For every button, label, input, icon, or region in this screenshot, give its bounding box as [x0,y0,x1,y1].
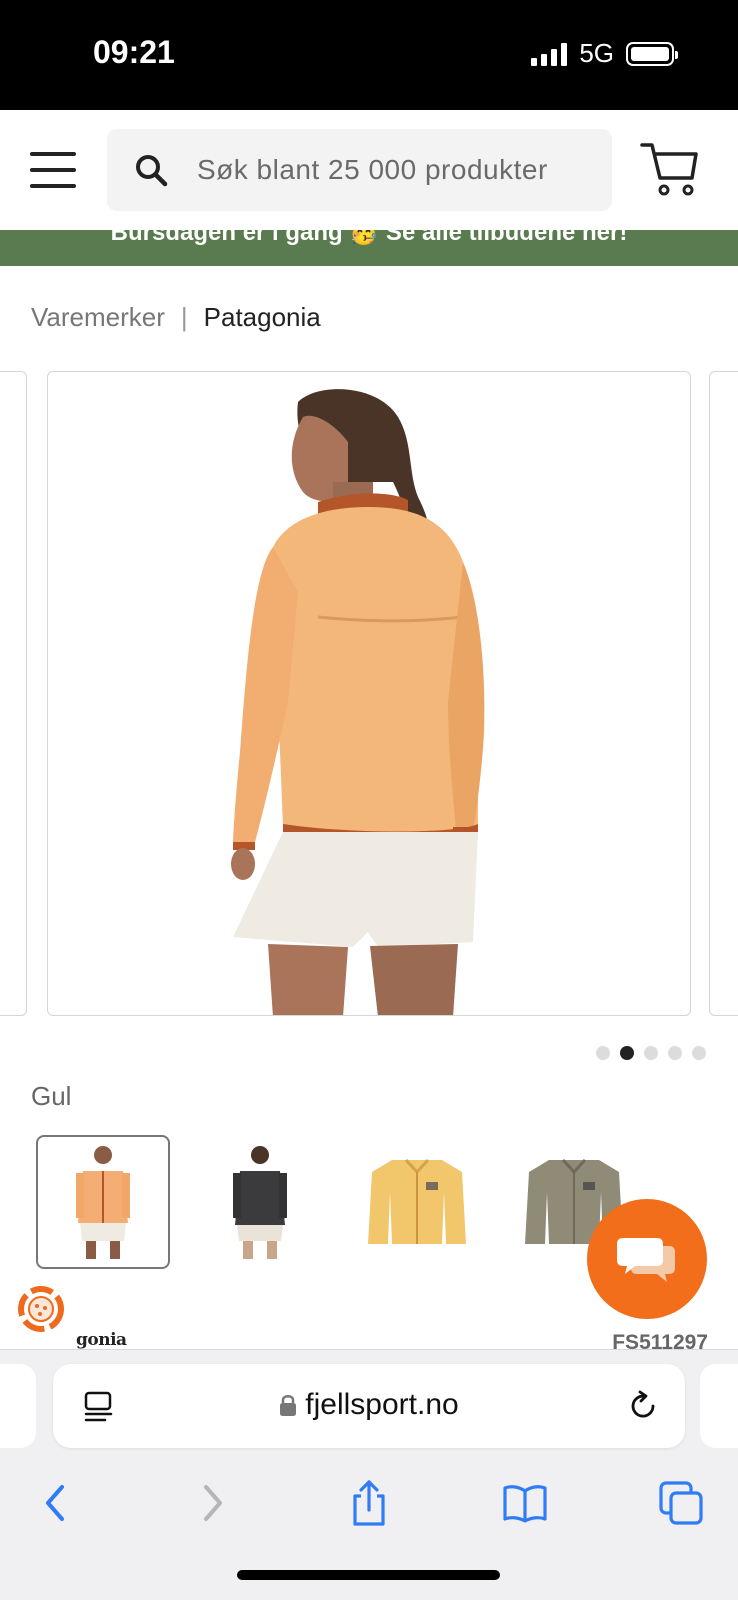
back-icon [46,1485,64,1521]
share-button[interactable] [344,1478,394,1528]
cookie-icon[interactable] [14,1282,68,1336]
swatch-orange[interactable] [36,1135,170,1269]
breadcrumb-separator: | [180,302,188,332]
share-icon [353,1480,385,1526]
gallery-pagination [596,1046,706,1060]
status-time: 09:21 [93,34,175,70]
next-tab[interactable] [700,1364,738,1448]
promo-banner[interactable]: Bursdagen er i gang 🥳 Se alle tilbudene … [0,230,738,266]
url-domain: fjellsport.no [305,1388,459,1421]
browser-toolbar: fjellsport.no [0,1349,738,1600]
browser-nav-row [0,1468,738,1528]
hamburger-icon[interactable] [30,152,76,188]
breadcrumb-varemerker[interactable]: Varemerker [31,302,165,333]
gallery-next-slide[interactable] [709,371,738,1016]
gallery-dot-2[interactable] [620,1046,634,1060]
search-box[interactable] [107,129,612,211]
search-input[interactable] [197,154,597,186]
gallery-dot-5[interactable] [692,1046,706,1060]
swatch-yellow-image [368,1158,466,1244]
forward-button[interactable] [188,1478,238,1528]
breadcrumb-current: Patagonia [203,302,321,332]
tabs-button[interactable] [656,1478,706,1528]
selected-color-label: Gul [31,1081,72,1111]
breadcrumb: Varemerker | Patagonia [31,302,321,333]
search-icon [136,155,168,187]
brand-logo: gonia [76,1330,127,1350]
chat-icon [617,1238,675,1282]
gallery-dot-4[interactable] [668,1046,682,1060]
lock-icon [280,1395,297,1416]
signal-icon [531,42,568,66]
chat-button[interactable] [587,1199,707,1319]
address-bar[interactable]: fjellsport.no [53,1364,685,1448]
url-display[interactable]: fjellsport.no [53,1388,685,1422]
swatch-yellow[interactable] [350,1135,484,1269]
bookmarks-icon [503,1485,547,1523]
product-image [231,389,485,1015]
site-header [0,110,738,230]
previous-tab[interactable] [0,1364,36,1448]
reload-icon[interactable] [625,1388,661,1424]
status-indicators: 5G [531,38,678,69]
status-bar: 09:21 5G [0,0,738,110]
swatch-black[interactable] [193,1135,327,1269]
battery-icon [626,41,678,66]
swatch-orange-image [76,1146,130,1259]
gallery-main-slide[interactable] [47,371,691,1016]
bookmarks-button[interactable] [500,1478,550,1528]
gallery-prev-slide[interactable] [0,371,27,1016]
forward-icon [204,1485,222,1521]
gallery-dot-3[interactable] [644,1046,658,1060]
gallery-dot-1[interactable] [596,1046,610,1060]
tabs-icon [659,1481,703,1525]
swatch-black-image [233,1146,287,1259]
product-gallery[interactable] [0,371,738,1016]
network-type: 5G [579,38,614,68]
back-button[interactable] [30,1478,80,1528]
color-swatches [36,1135,664,1269]
home-indicator[interactable] [237,1570,500,1580]
promo-text[interactable]: Bursdagen er i gang 🥳 Se alle tilbudene … [0,230,738,247]
cart-icon[interactable] [640,140,700,198]
